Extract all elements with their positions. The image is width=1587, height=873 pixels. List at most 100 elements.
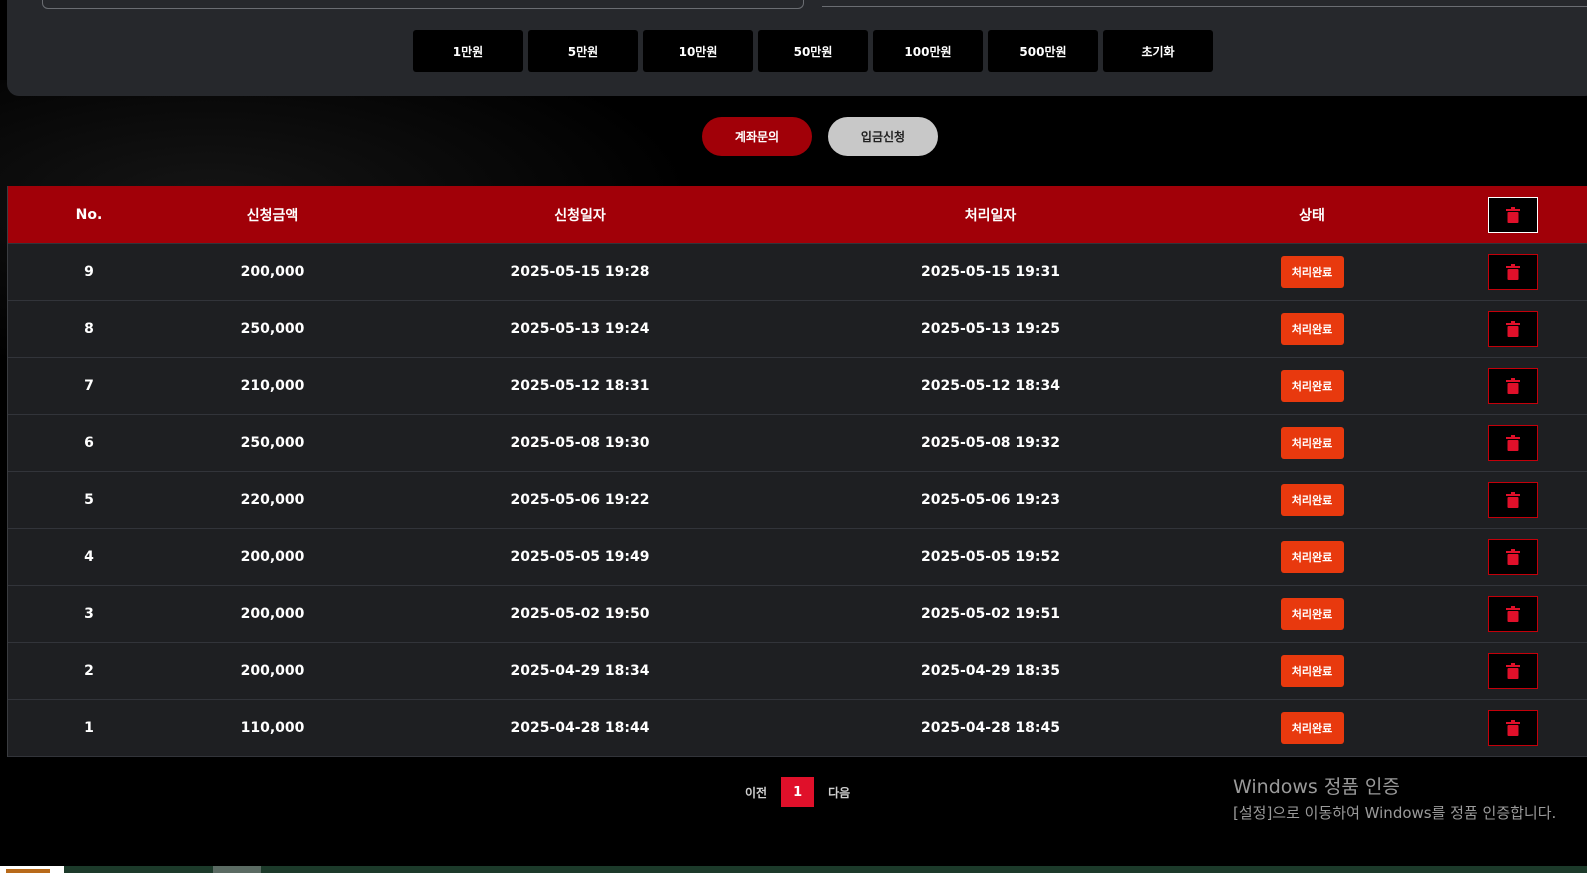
delete-row-button[interactable] <box>1488 710 1538 746</box>
cell-process-date: 2025-04-29 18:35 <box>921 663 1060 679</box>
cell-no: 8 <box>84 321 94 337</box>
amount-500k-button[interactable]: 50만원 <box>758 30 868 72</box>
delete-row-button[interactable] <box>1488 596 1538 632</box>
cell-process-date: 2025-05-13 19:25 <box>921 321 1060 337</box>
status-badge: 처리완료 <box>1280 712 1344 744</box>
cell-amount: 200,000 <box>240 606 305 622</box>
trash-icon <box>1506 606 1520 622</box>
delete-row-button[interactable] <box>1488 539 1538 575</box>
deposit-request-button[interactable]: 입금신청 <box>828 117 938 156</box>
cell-amount: 250,000 <box>240 321 305 337</box>
cell-amount: 220,000 <box>240 492 305 508</box>
depositor-input-field[interactable] <box>822 6 1587 7</box>
table-row: 3 200,000 2025-05-02 19:50 2025-05-02 19:51… <box>8 585 1587 642</box>
table-header: No. 신청금액 신청일자 처리일자 상태 <box>8 186 1587 243</box>
cell-request-date: 2025-05-08 19:30 <box>510 435 650 451</box>
watermark-subtitle: [설정]으로 이동하여 Windows를 정품 인증합니다. <box>1233 804 1557 822</box>
trash-icon <box>1506 720 1520 736</box>
status-badge: 처리완료 <box>1280 484 1344 516</box>
table-row: 7 210,000 2025-05-12 18:31 2025-05-12 18:34… <box>8 357 1587 414</box>
trash-icon <box>1506 264 1520 280</box>
cell-amount: 200,000 <box>240 549 305 565</box>
header-delete-cell <box>1428 186 1587 243</box>
prev-page-link[interactable]: 이전 <box>745 784 767 801</box>
status-badge: 처리완료 <box>1280 427 1344 459</box>
cell-process-date: 2025-05-15 19:31 <box>921 264 1060 280</box>
amount-input-field[interactable] <box>42 0 804 9</box>
table-row: 2 200,000 2025-04-29 18:34 2025-04-29 18:35… <box>8 642 1587 699</box>
table-row: 8 250,000 2025-05-13 19:24 2025-05-13 19:25… <box>8 300 1587 357</box>
watermark-title: Windows 정품 인증 <box>1233 776 1400 798</box>
cell-no: 4 <box>84 549 94 565</box>
cell-delete <box>1428 529 1587 585</box>
current-page-button[interactable]: 1 <box>781 777 815 807</box>
amount-100k-button[interactable]: 10만원 <box>643 30 753 72</box>
cell-delete <box>1428 472 1587 528</box>
cell-status: 처리완료 <box>1196 472 1428 528</box>
cell-amount: 210,000 <box>240 378 305 394</box>
cell-status: 처리완료 <box>1196 643 1428 699</box>
cell-status: 처리완료 <box>1196 586 1428 642</box>
cell-amount: 200,000 <box>240 663 305 679</box>
cell-process-date: 2025-05-05 19:52 <box>921 549 1060 565</box>
trash-icon <box>1506 321 1520 337</box>
cell-no: 7 <box>84 378 94 394</box>
cell-no: 3 <box>84 606 94 622</box>
cell-amount: 250,000 <box>240 435 305 451</box>
cell-request-date: 2025-05-13 19:24 <box>510 321 650 337</box>
table-row: 4 200,000 2025-05-05 19:49 2025-05-05 19:52… <box>8 528 1587 585</box>
delete-row-button[interactable] <box>1488 425 1538 461</box>
reset-amount-button[interactable]: 초기화 <box>1103 30 1213 72</box>
cell-request-date: 2025-05-05 19:49 <box>510 549 650 565</box>
cell-request-date: 2025-05-15 19:28 <box>510 264 650 280</box>
cell-delete <box>1428 415 1587 471</box>
delete-row-button[interactable] <box>1488 653 1538 689</box>
cell-no: 6 <box>84 435 94 451</box>
cell-request-date: 2025-05-02 19:50 <box>510 606 650 622</box>
cell-no: 9 <box>84 264 94 280</box>
account-inquiry-button[interactable]: 계좌문의 <box>702 117 812 156</box>
delete-row-button[interactable] <box>1488 482 1538 518</box>
deposit-history-table: No. 신청금액 신청일자 처리일자 상태 9 200,000 2025-05-15… <box>7 186 1587 757</box>
cell-amount: 110,000 <box>240 720 305 736</box>
cell-delete <box>1428 244 1587 300</box>
trash-icon <box>1506 206 1520 223</box>
cell-process-date: 2025-05-06 19:23 <box>921 492 1060 508</box>
header-amount: 신청금액 <box>246 207 299 224</box>
trash-icon <box>1506 378 1520 394</box>
header-process-date: 처리일자 <box>964 207 1017 224</box>
cell-amount: 200,000 <box>240 264 305 280</box>
taskbar-start-button[interactable] <box>0 866 64 873</box>
trash-icon <box>1506 663 1520 679</box>
cell-status: 처리완료 <box>1196 415 1428 471</box>
cell-delete <box>1428 700 1587 756</box>
cell-no: 2 <box>84 663 94 679</box>
action-button-row: 계좌문의 입금신청 <box>702 117 938 156</box>
header-request-date: 신청일자 <box>554 207 606 224</box>
status-badge: 처리완료 <box>1280 655 1344 687</box>
windows-activation-watermark: Windows 정품 인증 [설정]으로 이동하여 Windows를 정품 인증… <box>1233 772 1556 823</box>
taskbar-app-item[interactable] <box>213 866 261 873</box>
cell-request-date: 2025-04-28 18:44 <box>510 720 650 736</box>
next-page-link[interactable]: 다음 <box>828 784 850 801</box>
trash-icon <box>1506 435 1520 451</box>
trash-icon <box>1506 549 1520 565</box>
cell-no: 5 <box>84 492 94 508</box>
amount-50k-button[interactable]: 5만원 <box>528 30 638 72</box>
delete-row-button[interactable] <box>1488 311 1538 347</box>
cell-delete <box>1428 301 1587 357</box>
table-row: 5 220,000 2025-05-06 19:22 2025-05-06 19:23… <box>8 471 1587 528</box>
table-body: 9 200,000 2025-05-15 19:28 2025-05-15 19:31… <box>8 243 1587 757</box>
amount-1m-button[interactable]: 100만원 <box>873 30 983 72</box>
cell-process-date: 2025-05-02 19:51 <box>921 606 1060 622</box>
cell-status: 처리완료 <box>1196 529 1428 585</box>
delete-all-button[interactable] <box>1488 196 1538 233</box>
cell-request-date: 2025-04-29 18:34 <box>510 663 650 679</box>
table-row: 9 200,000 2025-05-15 19:28 2025-05-15 19:31… <box>8 243 1587 300</box>
delete-row-button[interactable] <box>1488 368 1538 404</box>
amount-5m-button[interactable]: 500만원 <box>988 30 1098 72</box>
amount-10k-button[interactable]: 1만원 <box>413 30 523 72</box>
amount-button-row: 1만원 5만원 10만원 50만원 100만원 500만원 초기화 <box>413 30 1213 72</box>
cell-request-date: 2025-05-12 18:31 <box>510 378 650 394</box>
delete-row-button[interactable] <box>1488 254 1538 290</box>
